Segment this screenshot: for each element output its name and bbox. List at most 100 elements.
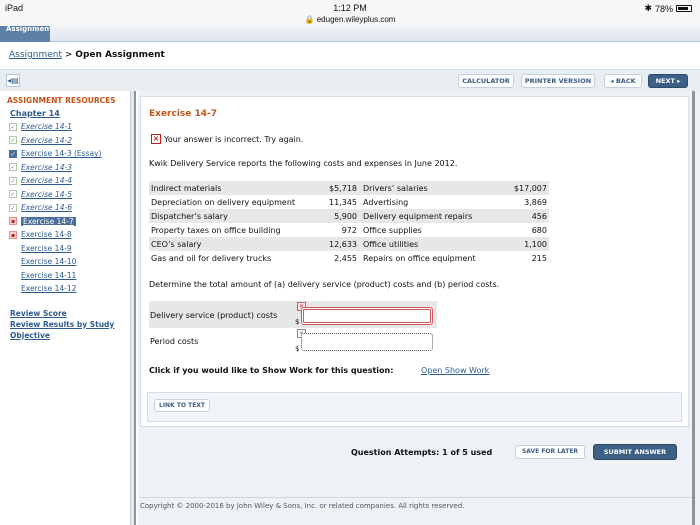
back-button[interactable]: ◂ BACK xyxy=(604,74,642,88)
cost-label: Gas and oil for delivery trucks xyxy=(151,253,272,263)
show-work-prompt: Click if you would like to Show Work for… xyxy=(149,366,394,375)
sidebar-item-exercise[interactable]: Exercise 14-9 xyxy=(9,242,130,256)
sidebar-item-exercise[interactable]: Exercise 14-12 xyxy=(9,282,130,296)
sidebar-heading: ASSIGNMENT RESOURCES xyxy=(7,96,116,105)
battery-percent: 78% xyxy=(654,3,673,14)
cost-value: 11,345 xyxy=(329,197,357,207)
review-results-link[interactable]: Review Results by Study Objective xyxy=(10,319,130,341)
checkmark-icon: ✓ xyxy=(9,176,17,185)
calculator-button[interactable]: CALCULATOR xyxy=(458,74,514,88)
costs-table: Indirect materials $5,718 Drivers’ salarie… xyxy=(149,181,549,265)
sidebar-item-label[interactable]: Exercise 14-6 xyxy=(21,203,72,212)
sidebar-item-label[interactable]: Exercise 14-3 (Essay) xyxy=(21,149,101,158)
sidebar-item-label[interactable]: Exercise 14-5 xyxy=(21,190,72,199)
printer-version-button[interactable]: PRINTER VERSION xyxy=(521,74,595,88)
sidebar-resize-handle[interactable] xyxy=(131,91,136,525)
collapse-sidebar-icon: ◂▤ xyxy=(7,76,19,85)
feedback-text: Your answer is incorrect. Try again. xyxy=(164,134,304,144)
cost-value: 2,455 xyxy=(334,253,357,263)
cost-label: Repairs on office equipment xyxy=(363,253,476,263)
link-to-text-button[interactable]: LINK TO TEXT xyxy=(154,399,211,412)
tab-assignment[interactable]: Assignment xyxy=(0,26,50,42)
review-score-link[interactable]: Review Score xyxy=(10,308,130,319)
lock-icon: 🔒 xyxy=(304,15,315,24)
submit-answer-button[interactable]: SUBMIT ANSWER xyxy=(593,444,677,460)
sidebar-item-exercise[interactable]: ✓ Exercise 14-2 xyxy=(9,134,130,148)
answer-row-period-costs: Period costs × $ xyxy=(149,328,437,355)
sidebar-item-exercise[interactable]: ▪ Exercise 14-7 xyxy=(9,215,130,229)
cost-value: $5,718 xyxy=(309,181,359,195)
cost-value: 215 xyxy=(531,253,547,263)
exercise-intro: Kwik Delivery Service reports the follow… xyxy=(149,159,458,168)
sidebar-item-label[interactable]: Exercise 14-8 xyxy=(21,230,72,239)
breadcrumb-assignment-link[interactable]: Assignment xyxy=(9,50,62,60)
sidebar-item-exercise[interactable]: ✓ Exercise 14-6 xyxy=(9,201,130,215)
cost-value: 1,100 xyxy=(499,237,549,251)
currency-symbol: $ xyxy=(295,345,300,353)
product-costs-input[interactable] xyxy=(301,307,433,325)
table-row: CEO’s salary 12,633 Office utilities 1,100 xyxy=(149,237,549,251)
cost-value: 456 xyxy=(499,209,549,223)
next-button[interactable]: NEXT ▸ xyxy=(648,74,688,88)
sidebar-item-label[interactable]: Exercise 14-3 xyxy=(21,163,72,172)
assignment-toolbar: ◂▤ CALCULATOR PRINTER VERSION ◂ BACK NEX… xyxy=(0,69,700,91)
sidebar-item-label[interactable]: Exercise 14-4 xyxy=(21,176,72,185)
checkmark-icon: ✓ xyxy=(9,190,17,199)
sidebar-item-label[interactable]: Exercise 14-10 xyxy=(21,257,76,266)
cost-label: Dispatcher’s salary xyxy=(149,209,309,223)
answer-row-product-costs: Delivery service (product) costs × $ xyxy=(149,301,437,328)
main-content: Exercise 14-7 × Your answer is incorrect… xyxy=(138,91,700,525)
battery-icon xyxy=(676,5,692,12)
cost-label: Drivers’ salaries xyxy=(359,181,499,195)
bluetooth-icon: ✱ xyxy=(644,3,652,13)
feedback-message: × Your answer is incorrect. Try again. xyxy=(151,134,303,144)
sidebar-item-label[interactable]: Exercise 14-11 xyxy=(21,271,76,280)
top-nav-bar: Assignment xyxy=(0,26,700,42)
sidebar-item-exercise[interactable]: ✓ Exercise 14-4 xyxy=(9,174,130,188)
save-for-later-button[interactable]: SAVE FOR LATER xyxy=(515,445,585,459)
currency-symbol: $ xyxy=(295,318,300,326)
cost-label: Depreciation on delivery equipment xyxy=(151,197,296,207)
sidebar-item-label[interactable]: Exercise 14-1 xyxy=(21,122,72,131)
period-costs-input[interactable] xyxy=(301,333,433,351)
table-row: Depreciation on delivery equipment 11,345… xyxy=(149,195,549,209)
answer-label: Delivery service (product) costs xyxy=(150,311,278,320)
incorrect-status-icon: ▪ xyxy=(9,217,17,226)
cost-label: Indirect materials xyxy=(149,181,309,195)
footer-divider xyxy=(140,497,696,498)
checkmark-icon: ✓ xyxy=(9,163,17,172)
cost-value: 680 xyxy=(531,225,547,235)
sidebar-item-exercise[interactable]: ✓ Exercise 14-3 (Essay) xyxy=(9,147,130,161)
sidebar-item-exercise[interactable]: Exercise 14-11 xyxy=(9,269,130,283)
incorrect-icon: × xyxy=(151,134,161,144)
sidebar-item-exercise[interactable]: Exercise 14-10 xyxy=(9,255,130,269)
sidebar-item-label[interactable]: Exercise 14-2 xyxy=(21,136,72,145)
question-attempts: Question Attempts: 1 of 5 used xyxy=(351,448,493,457)
url-bar[interactable]: 🔒 edugen.wileyplus.com xyxy=(0,15,700,24)
answer-form: Delivery service (product) costs × $ Per… xyxy=(149,301,437,355)
checkmark-icon: ✓ xyxy=(9,203,17,212)
table-row: Indirect materials $5,718 Drivers’ salarie… xyxy=(149,181,549,195)
checkmark-icon: ✓ xyxy=(9,122,17,131)
exercise-title: Exercise 14-7 xyxy=(149,109,218,119)
sidebar-item-exercise[interactable]: ✓ Exercise 14-5 xyxy=(9,188,130,202)
cost-value: 5,900 xyxy=(309,209,359,223)
answer-label: Period costs xyxy=(150,337,199,346)
sidebar-item-label[interactable]: Exercise 14-7 xyxy=(21,216,76,226)
exercise-panel: Exercise 14-7 × Your answer is incorrect… xyxy=(140,96,689,427)
checkmark-icon: ✓ xyxy=(9,136,17,145)
open-show-work-link[interactable]: Open Show Work xyxy=(421,366,489,375)
sidebar-item-exercise[interactable]: ✓ Exercise 14-1 xyxy=(9,120,130,134)
sidebar-item-exercise[interactable]: ✓ Exercise 14-3 xyxy=(9,161,130,175)
sidebar-item-label[interactable]: Exercise 14-12 xyxy=(21,284,76,293)
cost-label: Delivery equipment repairs xyxy=(359,209,499,223)
chapter-link[interactable]: Chapter 14 xyxy=(10,109,130,118)
cost-value: 972 xyxy=(341,225,357,235)
breadcrumb-current: Open Assignment xyxy=(75,50,165,60)
link-to-text-box: LINK TO TEXT xyxy=(147,392,682,422)
collapse-sidebar-button[interactable]: ◂▤ xyxy=(6,74,20,87)
incorrect-status-icon: ▪ xyxy=(9,230,17,239)
sidebar-item-label[interactable]: Exercise 14-9 xyxy=(21,244,72,253)
content-scrollbar[interactable] xyxy=(692,91,695,525)
sidebar-item-exercise[interactable]: ▪ Exercise 14-8 xyxy=(9,228,130,242)
